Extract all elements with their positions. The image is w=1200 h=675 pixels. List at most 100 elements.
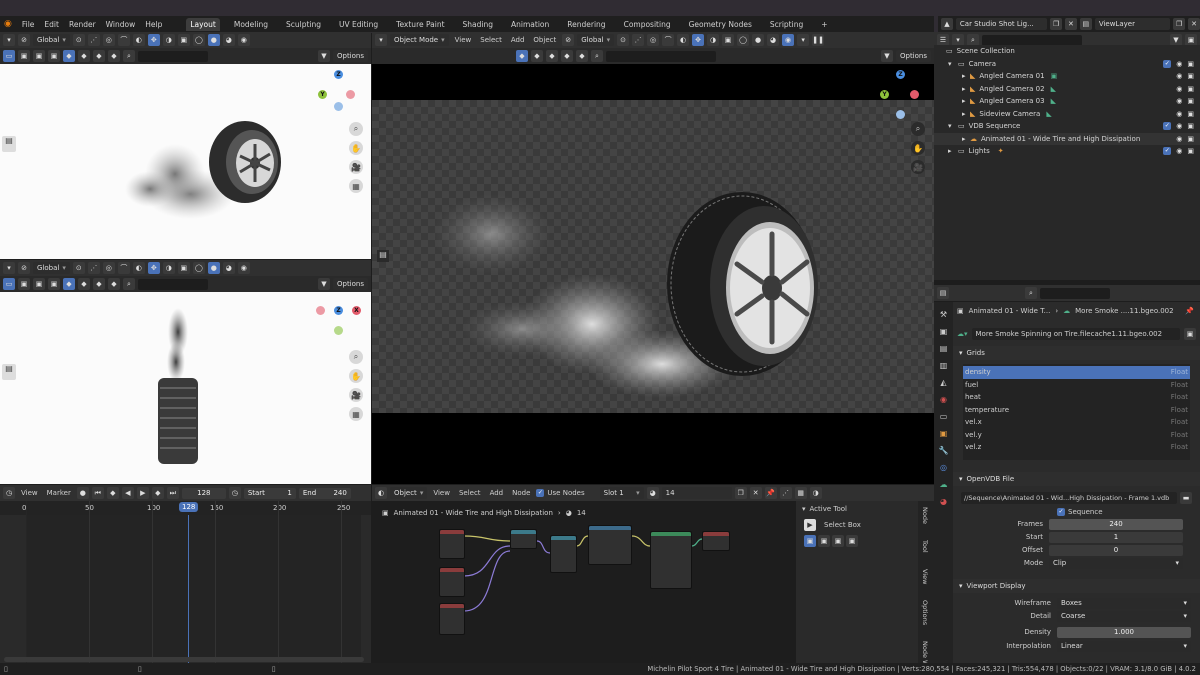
scene-name-field[interactable]: Car Studio Shot Lig... — [955, 18, 1048, 30]
node-canvas[interactable]: ▣ Animated 01 - Wide Tire and High Dissi… — [372, 501, 795, 675]
openvdb-panel-header[interactable]: ▾ OpenVDB File — [953, 472, 1200, 486]
delete-scene-icon[interactable]: ✕ — [1065, 18, 1077, 30]
output-tab-icon[interactable]: ▤ — [934, 340, 953, 357]
main-viewport[interactable]: Z Y ⌕ ✋ 🎥 ▤ — [372, 64, 934, 484]
camera-view-icon[interactable]: 🎥 — [349, 388, 363, 402]
disclosure-icon[interactable]: ▾ — [948, 60, 958, 68]
gizmo-toggle-icon[interactable]: ✥ — [147, 34, 160, 46]
tool-tab-icon[interactable]: ⚒ — [934, 306, 953, 323]
neg-y-axis-icon[interactable] — [334, 326, 343, 335]
menu-view[interactable]: View — [430, 489, 453, 497]
select-box-icon[interactable]: ▭ — [3, 50, 15, 62]
timeline-area[interactable]: 0 50 100 128 150 200 250 — [0, 501, 371, 675]
eye-icon[interactable]: ◉ — [1176, 97, 1182, 105]
current-frame-field[interactable]: 128 — [181, 487, 226, 499]
object-type-icon[interactable]: ◆ — [516, 50, 528, 62]
jump-start-icon[interactable]: ⏮ — [91, 487, 104, 499]
material-shading-icon[interactable]: ◕ — [222, 262, 235, 274]
select-mode-icon[interactable]: ▣ — [818, 535, 830, 547]
perspective-grid-icon[interactable]: ▦ — [349, 179, 363, 193]
active-tool-header[interactable]: ▾ Active Tool — [796, 501, 918, 517]
outliner-row-animated-01[interactable]: ▸ ☁ Animated 01 - Wide Tire and High Dis… — [934, 132, 1200, 145]
z-axis-icon[interactable]: Z — [896, 70, 905, 79]
eye-icon[interactable]: ◉ — [1176, 122, 1182, 130]
select-mode-icon[interactable]: ▣ — [33, 50, 45, 62]
outliner-row-angled-camera-02[interactable]: ▸ ◣ Angled Camera 02 ◣ ◉ ▣ — [934, 83, 1200, 96]
menu-file[interactable]: File — [22, 20, 35, 29]
eye-icon[interactable]: ◉ — [1176, 85, 1182, 93]
properties-type-icon[interactable]: ▤ — [937, 287, 949, 299]
falloff-icon[interactable]: ⌒ — [662, 34, 675, 46]
visibility-icon[interactable]: ◐ — [132, 262, 145, 274]
pan-hand-icon[interactable]: ✋ — [349, 369, 363, 383]
render-shading-icon[interactable]: ◉ — [782, 34, 795, 46]
pivot-icon[interactable]: ⊙ — [72, 262, 85, 274]
interpolation-dropdown[interactable]: Linear ▾ — [1057, 640, 1191, 652]
disclosure-icon[interactable]: ▸ — [948, 147, 958, 155]
xray-icon[interactable]: ▣ — [177, 34, 190, 46]
select-box-icon[interactable]: ▭ — [3, 278, 15, 290]
slot-dropdown[interactable]: Slot 1 ▾ — [599, 487, 644, 499]
fake-user-icon[interactable]: ▣ — [1184, 328, 1196, 340]
material-output-node[interactable] — [702, 531, 730, 551]
material-browse-icon[interactable]: ◕ — [646, 487, 659, 499]
select-mode-icon[interactable]: ▣ — [832, 535, 844, 547]
material-name-field[interactable]: 14 — [661, 487, 732, 499]
preview-range-icon[interactable]: ◷ — [228, 487, 241, 499]
camera-data-icon[interactable]: ◣ — [1051, 97, 1056, 105]
proportional-edit-icon[interactable]: ◎ — [102, 34, 115, 46]
record-icon[interactable]: ● — [76, 487, 89, 499]
new-view-layer-icon[interactable]: ❐ — [1173, 18, 1186, 30]
object-type-icon[interactable]: ◆ — [78, 50, 90, 62]
play-icon[interactable]: ▶ — [136, 487, 149, 499]
menu-edit[interactable]: Edit — [44, 20, 59, 29]
grid-row-vel-x[interactable]: vel.x Float — [963, 416, 1190, 429]
viewport-display-panel-header[interactable]: ▾ Viewport Display — [953, 579, 1200, 593]
xray-icon[interactable]: ▣ — [722, 34, 735, 46]
visibility-icon[interactable]: ◐ — [677, 34, 690, 46]
snap-icon[interactable]: ⊘ — [18, 34, 30, 46]
select-mode-icon[interactable]: ▣ — [846, 535, 858, 547]
camera-data-icon[interactable]: ▣ — [1051, 72, 1058, 80]
end-frame-field[interactable]: End 240 — [298, 487, 351, 499]
tab-geometry-nodes[interactable]: Geometry Nodes — [685, 18, 756, 31]
grid-row-fuel[interactable]: fuel Float — [963, 379, 1190, 392]
xray-icon[interactable]: ▣ — [177, 262, 190, 274]
datablock-field[interactable]: More Smoke Spinning on Tire.filecache1.1… — [971, 328, 1180, 340]
viewport-type-icon[interactable]: ▾ — [375, 34, 387, 46]
checkbox[interactable]: ✓ — [1163, 147, 1172, 156]
shader-node[interactable] — [439, 567, 465, 597]
volume-data-tab-icon[interactable]: ☁ — [934, 476, 953, 493]
menu-view[interactable]: View — [452, 36, 475, 44]
world-tab-icon[interactable]: ◉ — [934, 391, 953, 408]
use-nodes-checkbox[interactable]: ✓ — [536, 489, 545, 497]
disclosure-icon[interactable]: ▸ — [962, 135, 970, 143]
search-icon[interactable]: ⌕ — [123, 278, 135, 290]
search-input[interactable] — [138, 50, 208, 62]
grid-row-heat[interactable]: heat Float — [963, 391, 1190, 404]
menu-add[interactable]: Add — [487, 489, 507, 497]
snap-icon[interactable]: ⋰ — [779, 487, 792, 499]
playhead-line[interactable] — [188, 515, 189, 675]
select-mode-icon[interactable]: ▣ — [18, 278, 30, 290]
gizmo-toggle-icon[interactable]: ✥ — [692, 34, 705, 46]
pin-icon[interactable]: 📌 — [1185, 307, 1194, 315]
object-type-icon[interactable]: ◆ — [546, 50, 558, 62]
proportional-edit-icon[interactable]: ◎ — [647, 34, 660, 46]
options-dropdown[interactable]: Options — [332, 50, 368, 62]
perspective-grid-icon[interactable]: ▦ — [349, 407, 363, 421]
menu-help[interactable]: Help — [145, 20, 162, 29]
shader-type-dropdown[interactable]: Object ▾ — [390, 487, 428, 499]
toolbar-collapse-icon[interactable]: ▤ — [377, 250, 389, 262]
camera-render-icon[interactable]: ▣ — [1187, 97, 1194, 105]
search-icon[interactable]: ⌕ — [1025, 287, 1037, 299]
solid-shading-icon[interactable]: ● — [207, 262, 220, 274]
search-icon[interactable]: ⌕ — [123, 50, 135, 62]
grid-row-vel-z[interactable]: vel.z Float — [963, 441, 1190, 454]
checkbox[interactable]: ✓ — [1163, 59, 1172, 68]
menu-node[interactable]: Node — [509, 489, 533, 497]
object-type-icon[interactable]: ◆ — [531, 50, 543, 62]
small-viewport-top[interactable]: Z Y ⌕ ✋ 🎥 ▦ ▤ — [0, 64, 371, 259]
object-type-icon[interactable]: ◆ — [63, 278, 75, 290]
object-type-icon[interactable]: ◆ — [576, 50, 588, 62]
